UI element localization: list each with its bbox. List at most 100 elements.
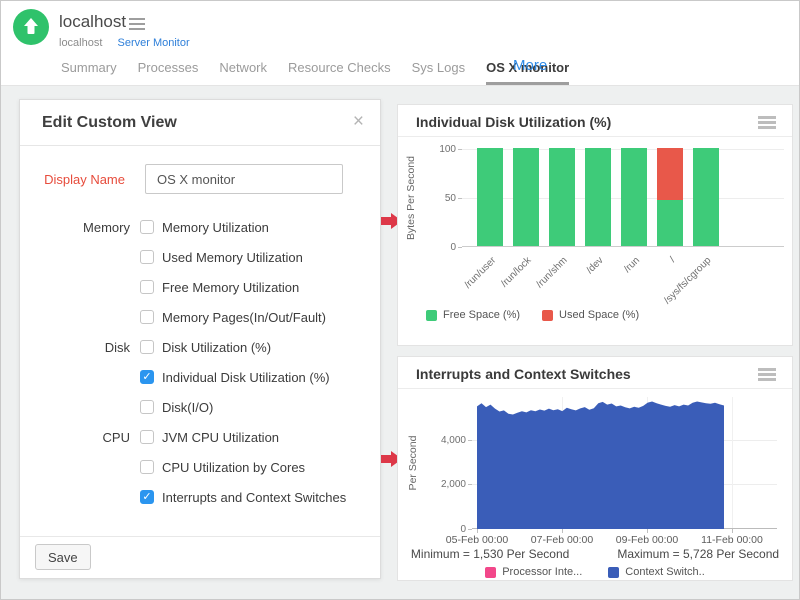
y-tick-label: 0 [398, 242, 456, 253]
dialog-body: Display Name Memory Memory Utilization Use… [20, 146, 380, 512]
hamburger-menu-icon[interactable] [129, 18, 145, 33]
bar-segment-used-space [657, 148, 683, 200]
checkbox-cpu-utilization-by-cores[interactable] [140, 460, 154, 474]
checkbox-label-memory-pages-in-out-fault: Memory Pages(In/Out/Fault) [162, 310, 326, 325]
checkbox-disk-utilization[interactable] [140, 340, 154, 354]
legend-label: Free Space (%) [443, 309, 520, 321]
x-tick-label: /run/shm [534, 255, 569, 290]
legend-label: Context Switch.. [625, 566, 704, 578]
legend-item-used-space: Used Space (%) [542, 309, 639, 321]
x-tick-label: 09-Feb 00:00 [616, 534, 678, 546]
y-tick-label: 2,000 [398, 479, 466, 490]
x-tick-label: /dev [585, 255, 606, 276]
bar-segment-free-space [513, 148, 539, 246]
tick-mark [458, 149, 462, 150]
checkbox-used-memory-utilization[interactable] [140, 250, 154, 264]
chart-menu-icon[interactable] [758, 116, 776, 131]
tab-bar: Summary Processes Network Resource Checks Sy… [61, 60, 569, 85]
legend-swatch [608, 567, 619, 578]
y-tick-label: 4,000 [398, 435, 466, 446]
dialog-title: Edit Custom View [20, 100, 380, 132]
x-tick-label: 11-Feb 00:00 [701, 534, 763, 546]
checkbox-row-interrupts-and-context-switches: ✓ Interrupts and Context Switches [20, 482, 380, 512]
tick-mark [477, 529, 478, 533]
x-tick-label: /run/user [462, 255, 498, 291]
chart-menu-icon[interactable] [758, 368, 776, 383]
checkbox-label-disk-i-o: Disk(I/O) [162, 400, 213, 415]
disk-utilization-chart-panel: Individual Disk Utilization (%) Bytes Pe… [397, 104, 793, 346]
tick-mark [562, 529, 563, 533]
tab-resource-checks[interactable]: Resource Checks [288, 60, 391, 85]
interrupts-chart-panel: Interrupts and Context Switches Per Seco… [397, 356, 793, 581]
bar-segment-free-space [657, 200, 683, 246]
tick-mark [732, 529, 733, 533]
tick-mark [468, 529, 472, 530]
legend-label: Used Space (%) [559, 309, 639, 321]
dialog-header: Edit Custom View × [20, 100, 380, 146]
save-button[interactable]: Save [35, 544, 91, 570]
checkbox-label-interrupts-and-context-switches: Interrupts and Context Switches [162, 490, 346, 505]
checkbox-row-used-memory-utilization: Used Memory Utilization [20, 242, 380, 272]
checkbox-label-disk-utilization: Disk Utilization (%) [162, 340, 271, 355]
display-name-row: Display Name [20, 164, 380, 194]
bar-segment-free-space [585, 148, 611, 246]
tab-processes[interactable]: Processes [138, 60, 199, 85]
breadcrumb-parent: localhost [59, 37, 102, 49]
page-title: localhost [59, 12, 126, 32]
chart-title: Individual Disk Utilization (%) [398, 105, 792, 130]
bar-segment-free-space [693, 148, 719, 246]
checkbox-label-individual-disk-utilization: Individual Disk Utilization (%) [162, 370, 330, 385]
context-switches-area-series [472, 397, 777, 529]
legend-label: Processor Inte... [502, 566, 582, 578]
breadcrumb-current-link[interactable]: Server Monitor [117, 37, 189, 49]
checkbox-row-disk-i-o: Disk(I/O) [20, 392, 380, 422]
checkbox-row-memory-pages-in-out-fault: Memory Pages(In/Out/Fault) [20, 302, 380, 332]
tab-summary[interactable]: Summary [61, 60, 117, 85]
legend-item-processor-inte: Processor Inte... [485, 566, 582, 578]
group-label-disk: Disk [20, 340, 130, 355]
checkbox-label-used-memory-utilization: Used Memory Utilization [162, 250, 303, 265]
chart-legend: Free Space (%) Used Space (%) [426, 309, 639, 321]
tab-more[interactable]: More [513, 57, 547, 74]
legend-swatch [485, 567, 496, 578]
checkbox-jvm-cpu-utilization[interactable] [140, 430, 154, 444]
tick-mark [647, 529, 648, 533]
checkbox-free-memory-utilization[interactable] [140, 280, 154, 294]
tab-network[interactable]: Network [219, 60, 267, 85]
chart-legend: Processor Inte... Context Switch.. [398, 566, 792, 578]
checkbox-label-jvm-cpu-utilization: JVM CPU Utilization [162, 430, 279, 445]
checkbox-memory-pages-in-out-fault[interactable] [140, 310, 154, 324]
checkbox-disk-i-o[interactable] [140, 400, 154, 414]
checkbox-memory-utilization[interactable] [140, 220, 154, 234]
x-tick-label: /run/lock [499, 255, 534, 290]
group-label-cpu: CPU [20, 430, 130, 445]
checkbox-row-free-memory-utilization: Free Memory Utilization [20, 272, 380, 302]
legend-swatch [426, 310, 437, 321]
tab-sys-logs[interactable]: Sys Logs [412, 60, 465, 85]
tick-mark [458, 247, 462, 248]
checkbox-label-free-memory-utilization: Free Memory Utilization [162, 280, 299, 295]
monitor-status-icon [13, 9, 49, 45]
breadcrumb: localhost Server Monitor [59, 37, 190, 49]
dialog-footer: Save [20, 536, 380, 578]
legend-swatch [542, 310, 553, 321]
app-window: localhost localhost Server Monitor Summa… [0, 0, 800, 600]
bar-chart-plot [462, 149, 784, 247]
bar-segment-free-space [621, 148, 647, 246]
checkbox-row-memory-utilization: Memory Memory Utilization [20, 212, 380, 242]
checkbox-label-cpu-utilization-by-cores: CPU Utilization by Cores [162, 460, 305, 475]
close-icon[interactable]: × [353, 111, 364, 133]
chart-panel-header: Individual Disk Utilization (%) [398, 105, 792, 137]
display-name-input[interactable] [145, 164, 343, 194]
checkbox-individual-disk-utilization[interactable]: ✓ [140, 370, 154, 384]
x-tick-label: 05-Feb 00:00 [446, 534, 508, 546]
display-name-label: Display Name [20, 172, 125, 187]
checkbox-label-memory-utilization: Memory Utilization [162, 220, 269, 235]
app-header: localhost localhost Server Monitor Summa… [1, 1, 799, 86]
maximum-value-label: Maximum = 5,728 Per Second [617, 547, 779, 561]
minimum-value-label: Minimum = 1,530 Per Second [411, 547, 569, 561]
bar-segment-free-space [549, 148, 575, 246]
checkbox-interrupts-and-context-switches[interactable]: ✓ [140, 490, 154, 504]
tick-mark [458, 198, 462, 199]
group-label-memory: Memory [20, 220, 130, 235]
